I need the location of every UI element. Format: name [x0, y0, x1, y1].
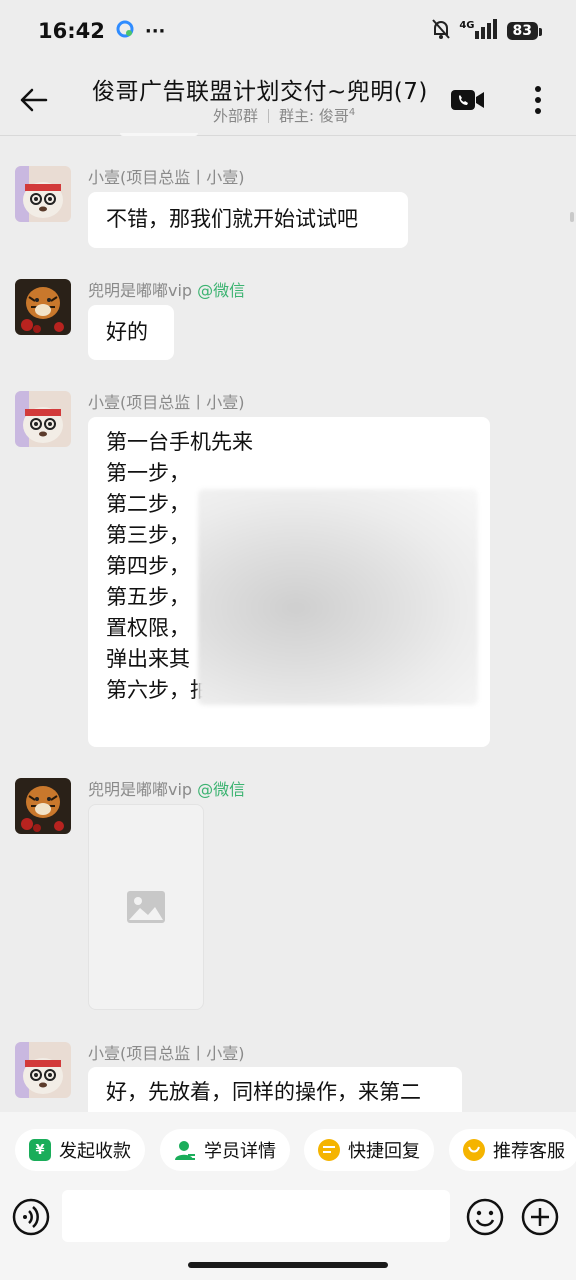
message-line: 第一台手机先来 — [106, 430, 253, 454]
message-bubble[interactable]: 好的 — [88, 305, 174, 360]
voice-icon — [12, 1198, 50, 1236]
emoji-icon — [466, 1198, 504, 1236]
avatar-xiaoyi[interactable] — [15, 391, 71, 447]
image-placeholder-icon — [127, 891, 165, 923]
scroll-indicator[interactable] — [570, 212, 574, 222]
home-indicator[interactable] — [188, 1262, 388, 1268]
chat-subtitle: 外部群 群主: 俊哥4 — [213, 105, 355, 126]
quick-action-bar: ¥ 发起收款 学员详情 快捷回复 推荐客服 — [0, 1112, 576, 1188]
plus-icon — [521, 1198, 559, 1236]
service-icon — [463, 1139, 485, 1161]
input-bar — [0, 1188, 576, 1280]
avatar-xiaoyi[interactable] — [15, 1042, 71, 1098]
recommend-service-button[interactable]: 推荐客服 — [449, 1129, 576, 1171]
emoji-button[interactable] — [466, 1198, 504, 1236]
message-text: 不错，那我们就开始试试吧 — [106, 207, 358, 231]
student-details-button[interactable]: 学员详情 — [160, 1129, 290, 1171]
video-call-button[interactable] — [450, 84, 486, 116]
avatar-xiaoyi[interactable] — [15, 166, 71, 222]
video-call-icon — [451, 90, 484, 110]
back-button[interactable] — [14, 80, 54, 120]
network-type-label: 4G — [459, 19, 475, 31]
sender-name: 兜明是嘟嘟vip @微信 — [88, 780, 246, 799]
avatar-douming[interactable] — [15, 279, 71, 335]
previous-bubble-edge — [120, 133, 198, 136]
message-bubble[interactable]: 不错，那我们就开始试试吧 — [88, 192, 408, 248]
sender-name: 小壹(项目总监丨小壹) — [88, 1044, 245, 1063]
wechat-tag: @微信 — [197, 780, 246, 799]
image-message[interactable] — [88, 804, 204, 1010]
subtitle-divider — [268, 108, 270, 123]
collect-payment-button[interactable]: ¥ 发起收款 — [15, 1129, 145, 1171]
sender-name: 小壹(项目总监丨小壹) — [88, 393, 245, 412]
mute-bell-icon — [431, 18, 451, 44]
blurred-redaction — [198, 489, 478, 705]
more-options-button[interactable] — [522, 80, 554, 120]
back-arrow-icon — [20, 88, 48, 112]
chat-header: 俊哥广告联盟计划交付~兜明(7) 外部群 群主: 俊哥4 — [0, 62, 576, 136]
status-time: 16:42 — [38, 19, 105, 43]
more-vertical-icon — [535, 86, 541, 114]
message-text: 好的 — [106, 320, 148, 344]
group-owner-label: 群主: 俊哥4 — [279, 107, 356, 125]
status-more-indicator: ··· — [144, 20, 166, 42]
battery-indicator: 83 — [506, 22, 543, 40]
signal-icon — [474, 19, 499, 43]
voice-input-button[interactable] — [12, 1198, 50, 1236]
app-notification-icon — [115, 19, 135, 43]
more-functions-button[interactable] — [521, 1198, 559, 1236]
quick-reply-button[interactable]: 快捷回复 — [304, 1129, 434, 1171]
avatar-douming[interactable] — [15, 778, 71, 834]
message-input[interactable] — [62, 1190, 450, 1242]
sender-name: 兜明是嘟嘟vip @微信 — [88, 281, 246, 300]
message-line: 第一步， — [106, 461, 190, 485]
message-text: 好，先放着，同样的操作，来第二 — [106, 1080, 421, 1104]
status-bar: 16:42 ··· 4G 83 — [0, 0, 576, 62]
reply-icon — [318, 1139, 340, 1161]
chat-title[interactable]: 俊哥广告联盟计划交付~兜明(7) — [92, 72, 437, 106]
sender-name: 小壹(项目总监丨小壹) — [88, 168, 245, 187]
yuan-icon: ¥ — [29, 1139, 51, 1161]
wechat-tag: @微信 — [197, 281, 246, 300]
person-icon — [174, 1139, 196, 1161]
group-type-label: 外部群 — [213, 107, 259, 125]
